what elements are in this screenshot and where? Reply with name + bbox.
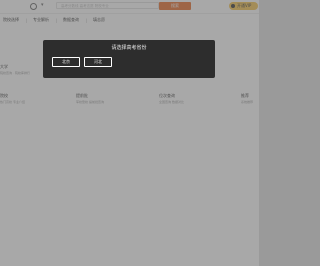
dialog-title: 请选择高考省份 bbox=[111, 45, 147, 51]
province-option-button[interactable]: 北京 bbox=[52, 57, 80, 67]
province-option-button[interactable]: 河北 bbox=[84, 57, 112, 67]
province-dialog: 请选择高考省份 北京 河北 bbox=[43, 40, 215, 78]
